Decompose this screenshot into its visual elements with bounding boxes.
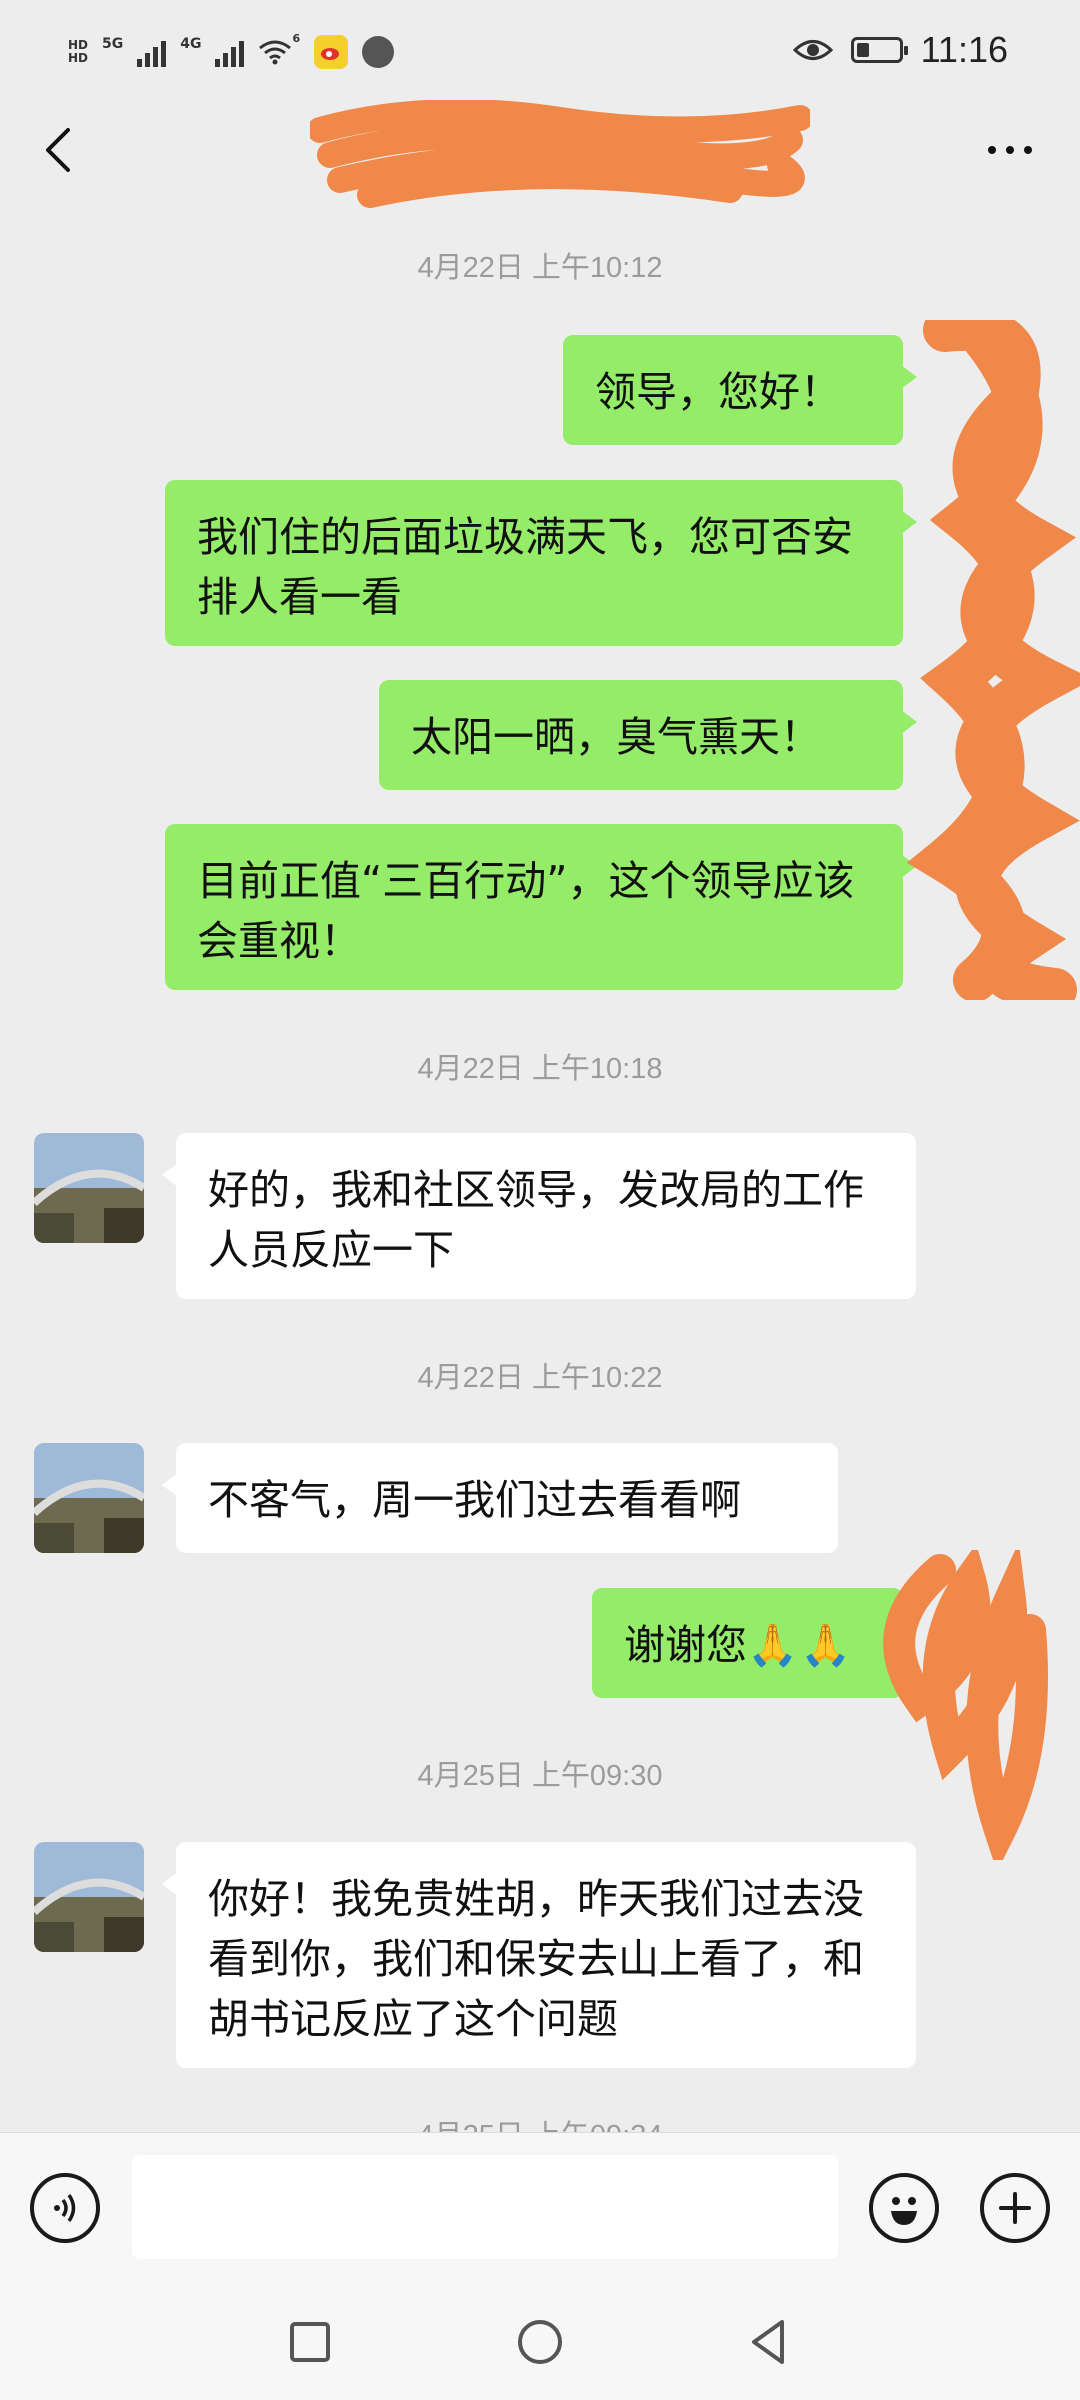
signal-icon-2 [215,37,245,67]
signal-icon [137,37,167,67]
chat-header [0,100,1080,208]
message-text: 不客气，周一我们过去看看啊 [208,1476,741,1524]
recent-apps-icon[interactable] [280,2312,340,2372]
hd-label-bottom: HD [68,51,89,65]
contact-avatar[interactable] [34,1133,144,1243]
status-bar: HD HD 5G 4G 6 11:16 [0,0,1080,100]
more-options-icon[interactable] [980,130,1040,170]
status-icons-left: HD HD 5G 4G 6 [68,28,395,76]
network-5g-label: 5G [102,36,124,52]
app-notification-icon [362,36,395,68]
wifi-badge: 6 [292,31,301,45]
eye-icon [792,40,833,60]
message-input[interactable] [132,2155,838,2259]
back-nav-icon[interactable] [740,2312,800,2372]
message-text: 谢谢您 [624,1621,747,1669]
message-text: 你好！我免贵姓胡，昨天我们过去没看到你，我们和保安去山上看了，和胡书记反应了这个… [208,1875,864,2043]
timestamp: 4月25日 上午09:30 [417,1760,663,1792]
message-bubble-outgoing[interactable]: 领导，您好！ [563,335,917,445]
contact-avatar[interactable] [34,1443,144,1553]
voice-icon [54,2194,76,2222]
message-bubble-outgoing[interactable]: 谢谢您🙏🙏 [592,1588,917,1698]
message-bubble-incoming[interactable]: 你好！我免贵姓胡，昨天我们过去没看到你，我们和保安去山上看了，和胡书记反应了这个… [162,1842,916,2068]
redacted-contact-name [310,100,810,208]
smiley-icon [891,2197,917,2225]
message-text: 太阳一晒，臭气熏天！ [411,713,821,761]
network-4g-label: 4G [180,36,202,52]
message-input-bar [0,2132,1080,2283]
message-bubble-incoming[interactable]: 好的，我和社区领导，发改局的工作人员反应一下 [162,1133,916,1299]
voice-button[interactable] [30,2173,100,2243]
redacted-avatar-scribble [883,1550,1048,1860]
plus-button[interactable] [980,2173,1050,2243]
timestamp-partial: 4月25日 上午09:34 [0,2112,1080,2132]
hd-indicator: HD HD [68,39,88,65]
weibo-icon [314,35,349,69]
plus-icon [999,2192,1031,2224]
emoji-button[interactable] [869,2173,939,2243]
system-navigation-bar [0,2282,1080,2400]
message-text: 好的，我和社区领导，发改局的工作人员反应一下 [208,1166,864,1274]
message-text: 目前正值“三百行动”，这个领导应该会重视！ [197,857,855,965]
home-icon[interactable] [510,2312,570,2372]
message-bubble-outgoing[interactable]: 太阳一晒，臭气熏天！ [379,680,917,790]
timestamp: 4月22日 上午10:18 [417,1053,663,1085]
status-time: 11:16 [920,29,1008,70]
battery-icon [850,37,908,63]
message-bubble-outgoing[interactable]: 目前正值“三百行动”，这个领导应该会重视！ [165,824,917,990]
timestamp: 4月22日 上午10:12 [417,252,663,284]
message-bubble-outgoing[interactable]: 我们住的后面垃圾满天飞，您可否安排人看一看 [165,480,917,646]
back-arrow-icon[interactable] [30,120,90,180]
message-text: 领导，您好！ [595,368,841,416]
message-text: 我们住的后面垃圾满天飞，您可否安排人看一看 [197,513,853,621]
status-icons-right: 11:16 [792,24,1008,76]
message-bubble-incoming[interactable]: 不客气，周一我们过去看看啊 [162,1443,838,1553]
wifi-icon [259,40,292,65]
folded-hands-emoji: 🙏🙏 [747,1621,854,1669]
timestamp: 4月22日 上午10:22 [417,1362,663,1394]
redacted-avatar-scribble [906,320,1080,1000]
contact-avatar[interactable] [34,1842,144,1952]
